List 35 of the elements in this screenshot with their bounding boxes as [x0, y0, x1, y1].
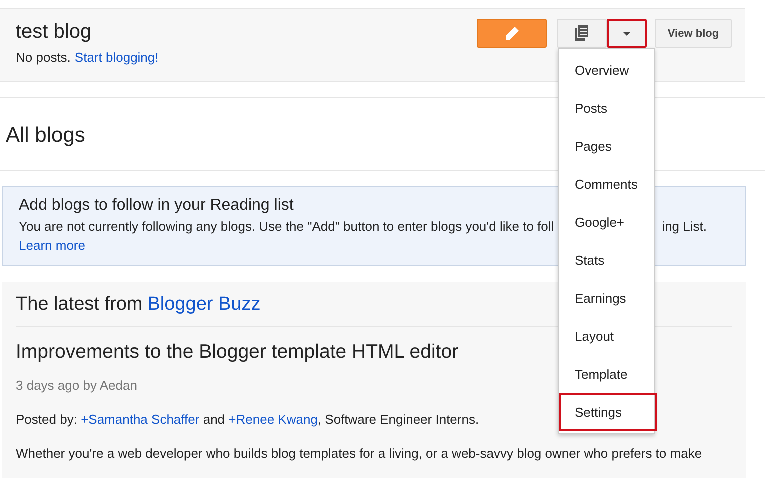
- menu-item[interactable]: Earnings: [559, 279, 654, 317]
- author-link[interactable]: +Renee Kwang: [228, 412, 318, 427]
- dropdown-button[interactable]: [607, 19, 647, 48]
- view-blog-button[interactable]: View blog: [655, 19, 732, 48]
- menu-item[interactable]: Comments: [559, 165, 654, 203]
- posted-by-label: Posted by:: [16, 412, 78, 427]
- posts-button[interactable]: [557, 19, 607, 48]
- menu-item[interactable]: Layout: [559, 317, 654, 355]
- menu-item[interactable]: Settings: [559, 393, 657, 431]
- blog-title: test blog: [16, 21, 93, 44]
- blogger-buzz-link[interactable]: Blogger Buzz: [148, 294, 261, 316]
- start-blogging-link[interactable]: Start blogging!: [74, 50, 159, 65]
- menu-item[interactable]: Google+: [559, 203, 654, 241]
- news-heading: The latest from: [16, 294, 143, 316]
- menu-item[interactable]: Overview: [559, 51, 654, 89]
- menu-item[interactable]: Template: [559, 355, 654, 393]
- post-meta: 3 days ago by Aedan: [16, 378, 138, 393]
- post-title: Improvements to the Blogger template HTML editor: [16, 341, 460, 364]
- role-text: , Software Engineer Interns.: [318, 412, 480, 427]
- documents-icon: [574, 25, 590, 42]
- new-post-button[interactable]: [477, 19, 547, 48]
- menu-item[interactable]: Posts: [559, 89, 654, 127]
- joiner-text: and: [203, 412, 226, 427]
- menu-item[interactable]: Stats: [559, 241, 654, 279]
- author-link[interactable]: +Samantha Schaffer: [81, 412, 200, 427]
- status-text: No posts.: [16, 50, 71, 65]
- learn-more-link[interactable]: Learn more: [19, 238, 86, 253]
- post-body: Whether you're a web developer who builds blog templates for a living, or a web-savvy blog owner who prefers to make: [16, 446, 702, 461]
- caret-icon: [623, 32, 631, 36]
- panel-text: You are not currently following any blogs. Use the "Add" button to enter blogs you'd like to foll: [19, 219, 554, 234]
- menu-item[interactable]: Pages: [559, 127, 654, 165]
- pencil-icon: [504, 26, 520, 42]
- panel-title: Add blogs to follow in your Reading list: [19, 197, 295, 215]
- section-heading: All blogs: [6, 124, 86, 147]
- panel-text: ing List.: [662, 219, 707, 234]
